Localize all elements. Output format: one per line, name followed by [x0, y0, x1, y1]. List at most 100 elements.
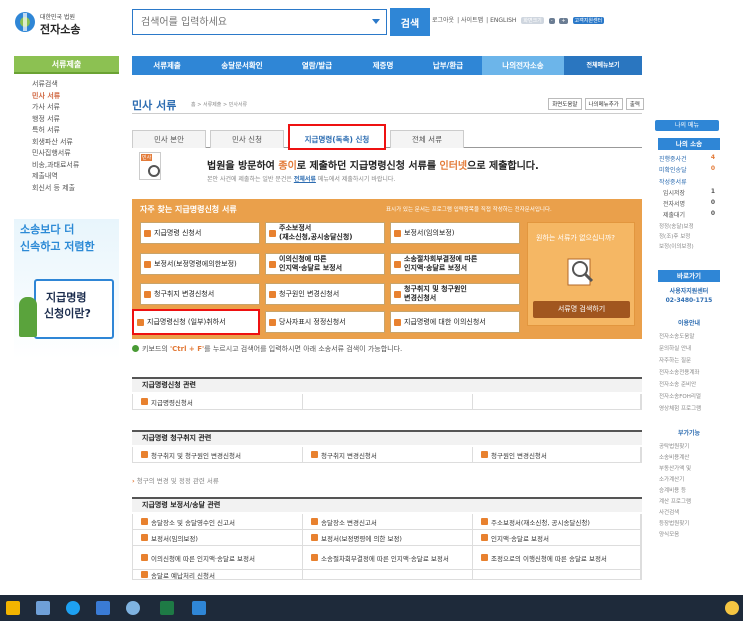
- document-link[interactable]: 보정서(보정명령에 의한 보정): [321, 533, 402, 543]
- sidebar-item-bankruptcy[interactable]: 회생파산 서류: [14, 137, 119, 149]
- sidebar-item-noncontentious[interactable]: 비송,과태료서류: [14, 160, 119, 172]
- search-input[interactable]: [133, 10, 353, 34]
- guide-link[interactable]: 문의하실 안내: [659, 344, 719, 352]
- guide-link[interactable]: 영상체험 프로그램: [659, 404, 719, 412]
- guide-link[interactable]: 전자소송FOH리얼: [659, 392, 719, 400]
- document-link[interactable]: 청구취지 변경신청서: [321, 450, 377, 460]
- print-button[interactable]: 출력: [625, 98, 644, 110]
- document-link-cell[interactable]: 보정서(임의보정): [133, 530, 303, 545]
- extra-feature-link[interactable]: 부동산가액 및: [659, 464, 719, 472]
- frequent-document-button[interactable]: 지급명령신청 (일부)취하서: [132, 309, 260, 335]
- document-link[interactable]: 소송절차회부결정에 따른 인지액·송달료 보정서: [321, 553, 449, 563]
- extra-feature-link[interactable]: 승계비용 등: [659, 486, 719, 494]
- frequent-document-button[interactable]: 보정서(임의보정): [390, 222, 520, 244]
- frequent-document-button[interactable]: 이의신청에 따른 인지액·송달료 보정서: [265, 253, 385, 275]
- nav-certificate[interactable]: 제증명: [352, 56, 414, 75]
- document-link[interactable]: 보정서(임의보정): [151, 533, 198, 543]
- guide-link[interactable]: 전자소송도움말: [659, 332, 719, 340]
- frequent-document-button[interactable]: 당사자표시 정정신청서: [265, 311, 385, 333]
- chevron-down-icon[interactable]: [372, 19, 380, 24]
- help-button[interactable]: 화면도움말: [548, 98, 582, 110]
- app-icon[interactable]: [192, 601, 206, 615]
- document-link-cell[interactable]: 송달장소 및 송달영수인 신고서: [133, 514, 303, 529]
- stat-unconfirmed[interactable]: 미확인송달 0: [659, 165, 719, 174]
- document-link[interactable]: 조정으로의 이행신청에 따른 송달료 보정서: [491, 553, 607, 563]
- more-link[interactable]: › 청구의 변경 및 정정 관련 서류: [132, 475, 219, 485]
- draft-signed[interactable]: 전자서명 0: [659, 199, 719, 208]
- extra-feature-link[interactable]: 소가계산기: [659, 475, 719, 483]
- nav-my-case[interactable]: 나의전자소송: [482, 56, 564, 75]
- all-documents-link[interactable]: 전체서류: [294, 176, 316, 183]
- document-link-cell[interactable]: 보정서(보정명령에 의한 보정): [303, 530, 473, 545]
- frequent-document-button[interactable]: 지급명령에 대한 이의신청서: [390, 311, 520, 333]
- my-menu-button[interactable]: 나의 메뉴: [655, 120, 719, 131]
- document-search-button[interactable]: 서류명 검색하기: [533, 301, 630, 318]
- tray-icon[interactable]: [725, 601, 739, 615]
- extra-feature-link[interactable]: 계산 프로그램: [659, 497, 719, 505]
- frequent-document-button[interactable]: 청구원인 변경신청서: [265, 283, 385, 305]
- document-link-cell[interactable]: 송달장소 변경신고서: [303, 514, 473, 529]
- document-link-cell[interactable]: 소송절차회부결정에 따른 인지액·송달료 보정서: [303, 546, 473, 569]
- add-my-menu-button[interactable]: 나의메뉴추가: [584, 98, 623, 110]
- guide-link[interactable]: 전자소송 준비안: [659, 380, 719, 388]
- document-link[interactable]: 청구취지 및 청구원인 변경신청서: [151, 450, 241, 460]
- sidebar-item-execution[interactable]: 민사집행서류: [14, 148, 119, 160]
- guide-link[interactable]: 자주하는 질문: [659, 356, 719, 364]
- document-link-cell[interactable]: 인지액·송달료 보정서: [473, 530, 641, 545]
- tab-all-documents[interactable]: 전체 서류: [390, 130, 464, 148]
- document-link-cell[interactable]: 주소보정서(재소신청, 공시송달신청): [473, 514, 641, 529]
- tab-civil-application[interactable]: 민사 신청: [210, 130, 284, 148]
- document-link[interactable]: 지급명령신청서: [151, 397, 193, 407]
- draft-pending[interactable]: 제출대기 0: [659, 210, 719, 219]
- document-link[interactable]: 송달료 예납처리 신청서: [151, 570, 215, 580]
- browser-icon[interactable]: [66, 601, 80, 615]
- payment-order-promo-banner[interactable]: 소송보다 더 신속하고 저렴한 지급명령 신청이란?: [14, 219, 119, 359]
- sidebar-item-history[interactable]: 제출내역: [14, 171, 119, 183]
- frequent-document-button[interactable]: 보정서(보정명령에의한보정): [140, 253, 260, 275]
- document-link[interactable]: 인지액·송달료 보정서: [491, 533, 549, 543]
- document-link-cell[interactable]: 지급명령신청서: [133, 394, 303, 409]
- extra-link[interactable]: 정(조)후 보정: [659, 232, 719, 240]
- document-link[interactable]: 청구원인 변경신청서: [491, 450, 547, 460]
- frequent-document-button[interactable]: 소송절차회부결정에 따른 인지액·송달료 보정서: [390, 253, 520, 275]
- nav-submit[interactable]: 서류제출: [132, 56, 202, 75]
- search-button[interactable]: 검색: [390, 8, 430, 36]
- document-link[interactable]: 주소보정서(재소신청, 공시송달신청): [491, 517, 590, 527]
- text-size-decrease-button[interactable]: -: [548, 18, 555, 24]
- text-size-increase-button[interactable]: +: [559, 18, 568, 24]
- sidebar-item-admin[interactable]: 행정 서류: [14, 114, 119, 126]
- sidebar-item-civil[interactable]: 민사 서류: [14, 91, 119, 103]
- file-explorer-icon[interactable]: [96, 601, 110, 615]
- document-link[interactable]: 이의신청에 따른 인지액·송달료 보정서: [151, 553, 255, 563]
- nav-service[interactable]: 송달문서확인: [202, 56, 282, 75]
- search-icon[interactable]: [36, 601, 50, 615]
- frequent-document-button[interactable]: 청구취지 변경신청서: [140, 283, 260, 305]
- court-logo[interactable]: 대한민국 법원 전자소송: [14, 9, 109, 37]
- support-center-button[interactable]: 고객지원센터: [572, 17, 605, 24]
- sidebar-item-reply[interactable]: 회신서 등 제출: [14, 183, 119, 195]
- document-link-cell[interactable]: 송달료 예납처리 신청서: [133, 570, 303, 580]
- nav-view[interactable]: 열람/발급: [282, 56, 352, 75]
- sidebar-item-patent[interactable]: 특허 서류: [14, 125, 119, 137]
- extra-link[interactable]: 정정(송달)보정: [659, 222, 719, 230]
- stat-ongoing[interactable]: 진행중사건 4: [659, 154, 719, 163]
- document-link-cell[interactable]: 이의신청에 따른 인지액·송달료 보정서: [133, 546, 303, 569]
- guide-link[interactable]: 전자소송전용계좌: [659, 368, 719, 376]
- document-link-cell[interactable]: 조정으로의 이행신청에 따른 송달료 보정서: [473, 546, 641, 569]
- sidebar-item-family[interactable]: 가사 서류: [14, 102, 119, 114]
- english-link[interactable]: ENGLISH: [490, 17, 516, 24]
- start-icon[interactable]: [6, 601, 20, 615]
- extra-feature-link[interactable]: 소송비용계산: [659, 453, 719, 461]
- extra-feature-link[interactable]: 등장법원찾기: [659, 519, 719, 527]
- tab-civil-main[interactable]: 민사 본안: [132, 130, 206, 148]
- extra-feature-link[interactable]: 사건검색: [659, 508, 719, 516]
- extra-link[interactable]: 보정(이의보정): [659, 242, 719, 250]
- sitemap-link[interactable]: 사이트맵: [461, 17, 483, 24]
- nav-payment[interactable]: 납부/환급: [414, 56, 482, 75]
- extra-feature-link[interactable]: 양식모음: [659, 530, 719, 538]
- frequent-document-button[interactable]: 지급명령 신청서: [140, 222, 260, 244]
- search-box[interactable]: [132, 9, 387, 35]
- document-link[interactable]: 송달장소 변경신고서: [321, 517, 377, 527]
- extra-feature-link[interactable]: 공탁법원찾기: [659, 442, 719, 450]
- spreadsheet-icon[interactable]: [160, 601, 174, 615]
